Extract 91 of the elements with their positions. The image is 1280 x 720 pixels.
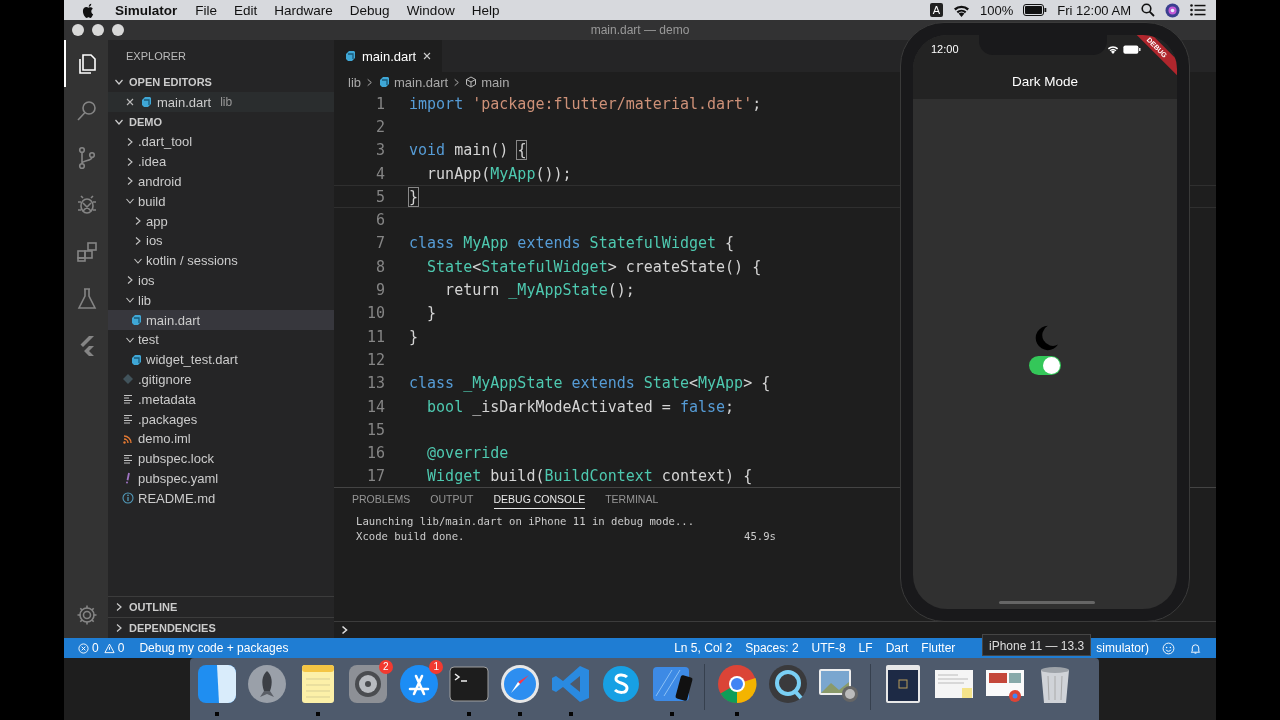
status-item[interactable]: Dart <box>885 641 909 655</box>
line-number: 17 <box>365 467 385 486</box>
breadcrumb[interactable]: main <box>481 74 510 90</box>
tree-item[interactable]: build <box>108 191 334 212</box>
tree-item[interactable]: ios <box>108 231 334 251</box>
panel-tab[interactable]: DEBUG CONSOLE <box>493 489 586 509</box>
status-item[interactable]: Ln 5, Col 2 <box>674 641 733 655</box>
tree-item[interactable]: kotlin / sessions <box>108 250 334 271</box>
code-line: Widget build(BuildContext context) { <box>426 467 753 486</box>
status-item[interactable]: simulator) <box>1096 641 1149 655</box>
status-item[interactable]: LF <box>858 641 873 655</box>
line-number: 10 <box>365 304 385 323</box>
line-number: 7 <box>374 234 385 253</box>
tree-item[interactable]: main.dart <box>108 310 334 330</box>
tree-item[interactable]: app <box>108 211 334 231</box>
tree-item[interactable]: pubspec.lock <box>108 448 334 469</box>
notification-badge: 2 <box>378 660 393 674</box>
menu-item[interactable]: Edit <box>234 2 258 18</box>
launch-configuration[interactable]: Debug my code + packages <box>139 641 289 655</box>
console-time: 45.9s <box>744 529 776 544</box>
line-number: 9 <box>374 281 385 299</box>
code-line: bool _isDarkModeActivated = false; <box>426 397 735 416</box>
phone-clock: 12:00 <box>931 43 959 55</box>
code-line: } <box>426 304 437 323</box>
tree-item[interactable]: ios <box>108 270 334 291</box>
menu-item[interactable]: Debug <box>349 2 390 18</box>
open-editor-item[interactable]: main.dart lib <box>108 92 334 112</box>
tree-item[interactable]: lib <box>108 290 334 311</box>
line-number: 14 <box>365 397 385 416</box>
code-line: class _MyAppState extends State<MyApp> { <box>409 374 771 393</box>
code-line: } <box>409 187 419 206</box>
menubar-clock[interactable]: Fri 12:00 AM <box>1057 2 1131 18</box>
panel-tab[interactable]: TERMINAL <box>605 489 659 509</box>
warning-count[interactable]: 0 <box>117 641 125 655</box>
error-count[interactable]: 0 <box>92 641 99 655</box>
sidebar-title: EXPLORER <box>125 49 187 64</box>
status-item[interactable]: Spaces: 2 <box>745 641 799 655</box>
tree-item[interactable]: widget_test.dart <box>108 349 334 370</box>
line-number: 1 <box>374 94 385 113</box>
tree-item[interactable]: .gitignore <box>108 369 334 390</box>
line-number: 11 <box>365 327 385 346</box>
code-line: State<StatefulWidget> createState() { <box>426 257 762 276</box>
panel-tab[interactable]: PROBLEMS <box>352 489 411 509</box>
code-line: class MyApp extends StatefulWidget { <box>409 234 735 253</box>
line-number: 6 <box>374 211 385 230</box>
notification-badge: 1 <box>429 660 444 674</box>
tree-item[interactable]: .dart_tool <box>108 132 334 152</box>
menu-item[interactable]: Help <box>471 2 500 18</box>
panel-tab[interactable]: OUTPUT <box>430 489 474 509</box>
input-source-indicator[interactable]: A <box>929 3 944 17</box>
status-item[interactable]: UTF-8 <box>811 641 846 655</box>
code-line: } <box>409 327 419 346</box>
line-number: 4 <box>374 164 385 183</box>
line-number: 5 <box>374 187 385 206</box>
console-line: Xcode build done. <box>356 529 466 544</box>
tree-item[interactable]: pubspec.yaml <box>108 468 334 489</box>
editor-tab[interactable]: main.dart <box>334 40 443 72</box>
breadcrumb[interactable]: lib <box>348 74 361 90</box>
menu-item[interactable]: Hardware <box>274 2 333 18</box>
tree-item[interactable]: README.md <box>108 488 334 509</box>
battery-percentage: 100% <box>980 2 1014 18</box>
tree-item[interactable]: demo.iml <box>108 428 334 449</box>
line-number: 8 <box>374 257 385 276</box>
tooltip: iPhone 11 — 13.3 <box>982 634 1092 656</box>
window-title: main.dart — demo <box>590 23 690 37</box>
code-line: runApp(MyApp()); <box>426 164 572 183</box>
tree-item[interactable]: .metadata <box>108 389 334 410</box>
code-line: void main() { <box>409 141 527 160</box>
code-line: import 'package:flutter/material.dart'; <box>409 94 762 113</box>
tree-item[interactable]: test <box>108 329 334 350</box>
tree-item[interactable]: .idea <box>108 151 334 172</box>
section-header[interactable]: DEMO <box>108 112 334 132</box>
code-line: return _MyAppState(); <box>444 281 635 299</box>
code-line: @override <box>426 444 509 463</box>
app-bar-title: Dark Mode <box>1012 73 1078 89</box>
tree-item[interactable]: .packages <box>108 409 334 429</box>
line-number: 16 <box>365 444 385 463</box>
tree-item[interactable]: android <box>108 171 334 192</box>
console-line: Launching lib/main.dart on iPhone 11 in debug mode... <box>356 514 696 529</box>
app-menu[interactable]: Simulator <box>115 2 178 18</box>
line-number: 13 <box>365 374 385 393</box>
line-number: 12 <box>365 350 385 369</box>
line-number: 2 <box>374 117 385 136</box>
status-item[interactable]: Flutter <box>921 641 956 655</box>
menu-item[interactable]: Window <box>406 2 455 18</box>
breadcrumb[interactable]: main.dart <box>394 74 449 90</box>
section-header[interactable]: OUTLINE <box>108 596 334 617</box>
line-number: 3 <box>374 141 385 160</box>
menu-item[interactable]: File <box>195 2 218 18</box>
section-header[interactable]: OPEN EDITORS <box>108 72 334 92</box>
line-number: 15 <box>365 420 385 439</box>
